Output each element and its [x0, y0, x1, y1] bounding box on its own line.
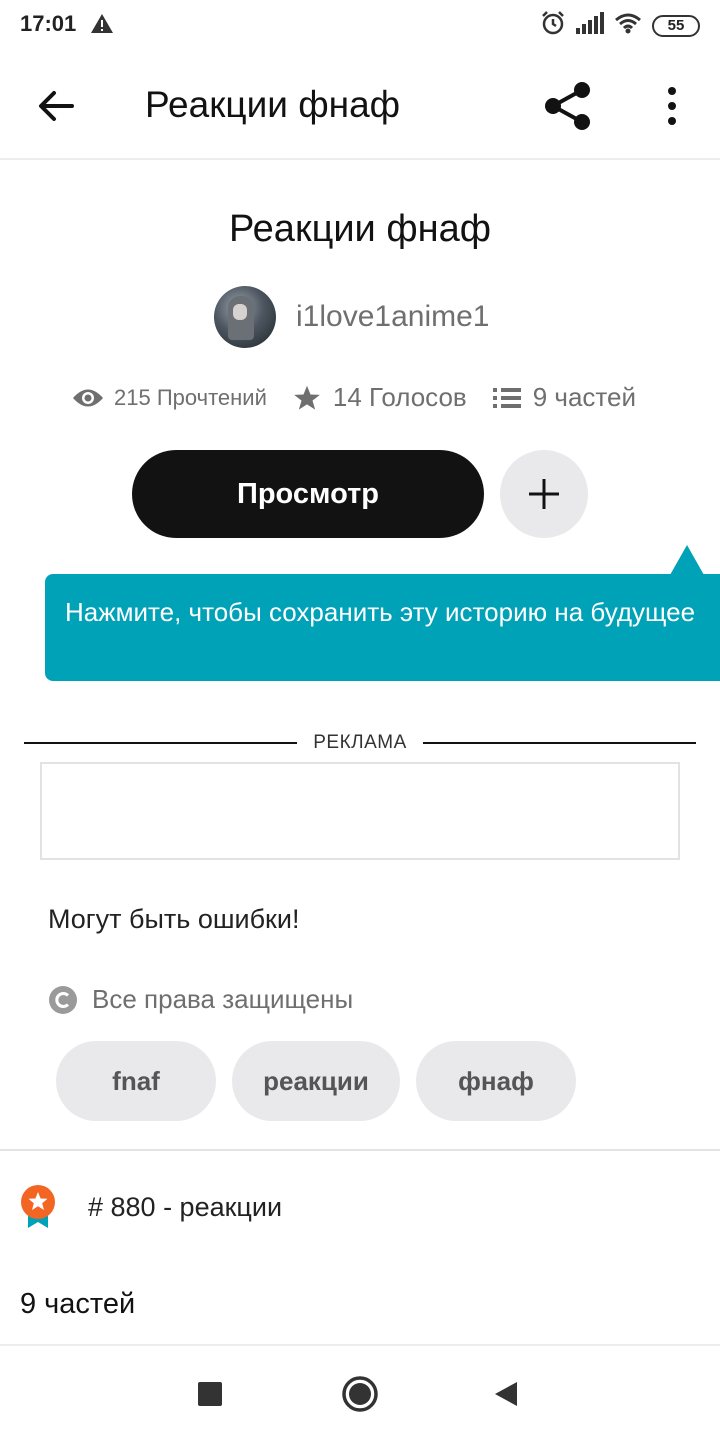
add-to-library-button[interactable]: [500, 450, 588, 538]
triangle-back-icon: [495, 1382, 517, 1406]
wifi-icon: [614, 12, 642, 39]
system-nav-bar: [0, 1344, 720, 1440]
ad-slot[interactable]: [40, 762, 680, 860]
star-icon: [294, 385, 320, 410]
section-divider: [0, 1149, 720, 1151]
home-button[interactable]: [332, 1366, 388, 1422]
tag-chip[interactable]: фнаф: [416, 1041, 576, 1121]
story-description: Могут быть ошибки!: [48, 904, 300, 934]
parts-count: 9 частей: [532, 382, 637, 412]
square-icon: [198, 1382, 222, 1406]
arrow-back-icon: [39, 91, 74, 121]
alarm-icon: [540, 10, 566, 41]
author-row[interactable]: i1love1anime1: [214, 286, 489, 348]
list-icon: [492, 387, 521, 408]
recents-button[interactable]: [182, 1366, 238, 1422]
battery-icon: 55: [652, 14, 700, 37]
ad-header: РЕКЛАМА: [24, 728, 696, 758]
copyright-icon: [49, 985, 77, 1014]
copyright-text: Все права защищены: [92, 984, 354, 1014]
tag-chip[interactable]: fnaf: [56, 1041, 216, 1121]
more-options-button[interactable]: [650, 80, 694, 132]
votes-count: 14 Голосов: [332, 382, 467, 412]
app-bar-title: Реакции фнаф: [145, 84, 401, 125]
share-icon: [545, 82, 590, 130]
more-vertical-icon: [668, 87, 676, 125]
tooltip-arrow: [670, 545, 704, 575]
back-nav-button[interactable]: [478, 1366, 534, 1422]
ranking-row[interactable]: # 880 - реакции: [18, 1184, 282, 1230]
share-button[interactable]: [538, 76, 598, 136]
ranking-badge-icon: [21, 1185, 55, 1228]
circle-icon: [342, 1376, 378, 1412]
parts-stat: 9 частей: [492, 382, 637, 413]
view-button[interactable]: Просмотр: [132, 450, 484, 538]
reads-count: 215 Прочтений: [114, 384, 267, 410]
tag-chip[interactable]: реакции: [232, 1041, 400, 1121]
author-avatar[interactable]: [214, 286, 276, 348]
status-time: 17:01: [20, 11, 77, 36]
app-bar: Реакции фнаф: [0, 50, 720, 160]
plus-icon: [529, 479, 559, 509]
story-stats: 215 Прочтений 14 Голосов 9 частей: [72, 382, 636, 413]
divider: [422, 742, 696, 744]
votes-stat: 14 Голосов: [293, 382, 467, 413]
copyright-row: Все права защищены: [48, 984, 353, 1015]
status-bar: 17:01 55: [0, 0, 720, 50]
parts-section-title: 9 частей: [20, 1288, 136, 1320]
reads-stat: 215 Прочтений: [72, 385, 267, 411]
eye-icon: [73, 389, 103, 406]
signal-icon: [576, 12, 604, 39]
status-icons: 55: [540, 10, 700, 41]
warning-icon: [90, 12, 114, 41]
author-name[interactable]: i1love1anime1: [296, 300, 489, 334]
divider: [24, 742, 298, 744]
back-button[interactable]: [30, 80, 82, 132]
tag-list: fnaf реакции фнаф: [56, 1041, 576, 1121]
ad-label: РЕКЛАМА: [313, 732, 407, 753]
ranking-text[interactable]: # 880 - реакции: [88, 1192, 282, 1223]
save-tooltip[interactable]: Нажмите, чтобы сохранить эту историю на …: [45, 574, 720, 681]
story-title: Реакции фнаф: [229, 208, 491, 250]
